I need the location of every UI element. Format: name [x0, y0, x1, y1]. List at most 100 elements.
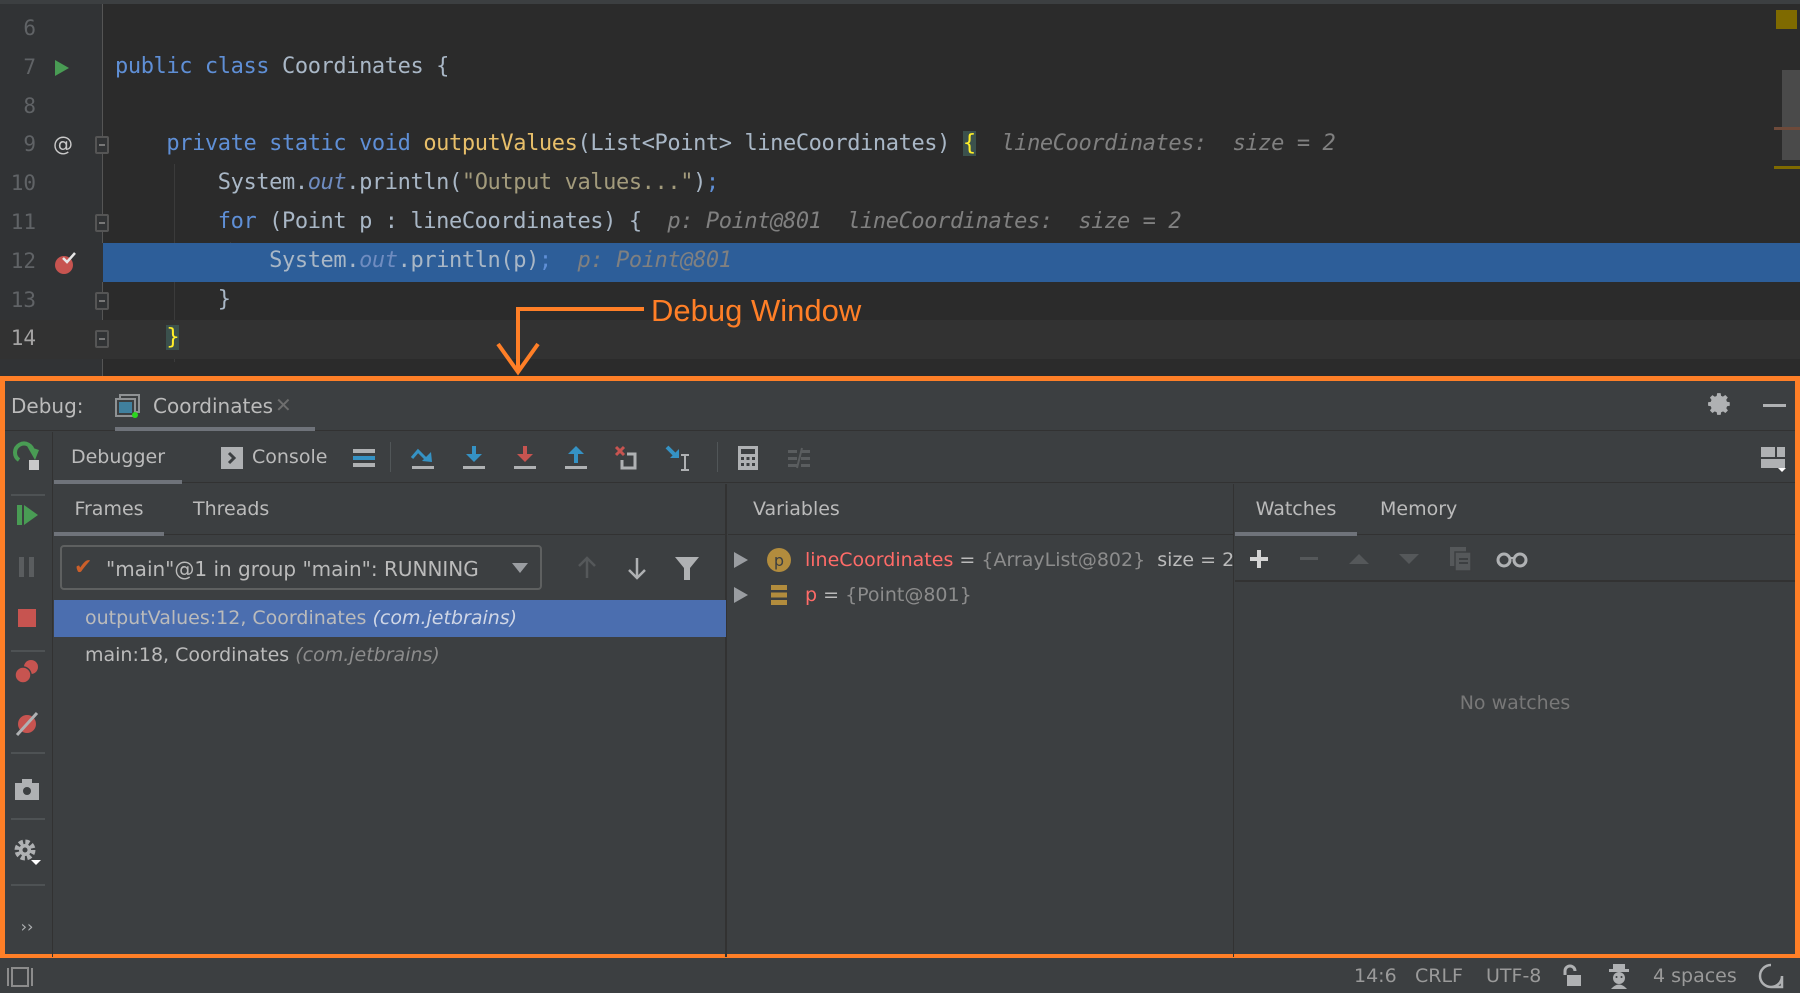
code-token: .println(: [346, 170, 462, 196]
trace-stream-chain-icon[interactable]: [785, 444, 813, 472]
glasses-icon[interactable]: [1496, 550, 1528, 568]
line-number[interactable]: 9: [0, 132, 36, 156]
code-editor[interactable]: 6 7 public class Coordinates {8 9 @ private …: [0, 0, 1800, 378]
force-step-into-icon[interactable]: [511, 444, 539, 472]
code-token: ): [693, 170, 706, 196]
camera-icon[interactable]: [11, 773, 43, 805]
variable-name: lineCoordinates: [805, 549, 954, 571]
analysis-status-icon[interactable]: [1776, 10, 1797, 29]
gear-icon[interactable]: [1707, 391, 1733, 417]
code-token: System.: [269, 247, 360, 273]
fold-marker-icon[interactable]: [95, 291, 109, 310]
frame-method: outputValues:12, Coordinates: [85, 607, 373, 629]
show-execution-point-icon[interactable]: [350, 444, 378, 472]
variable-item[interactable]: p lineCoordinates = {ArrayList@802} size …: [728, 542, 1234, 578]
code-token: ;: [538, 247, 552, 273]
remove-watch-icon[interactable]: [1298, 548, 1320, 570]
code-line[interactable]: 8: [0, 88, 1800, 127]
tab-threads[interactable]: Threads: [193, 484, 269, 535]
step-out-icon[interactable]: [562, 444, 590, 472]
settings-icon[interactable]: [11, 835, 43, 867]
step-into-icon[interactable]: [460, 444, 488, 472]
variables-title: Variables: [753, 498, 840, 520]
caret-position[interactable]: 14:6: [1354, 965, 1397, 987]
code-line[interactable]: 9 @ private static void outputValues(List…: [0, 126, 1800, 165]
line-number[interactable]: 7: [0, 55, 36, 79]
code-line[interactable]: 14 }: [0, 320, 1800, 360]
separator: [11, 752, 45, 754]
error-stripe-marker[interactable]: [1774, 127, 1800, 130]
fold-marker-icon[interactable]: [95, 330, 109, 349]
unlock-icon[interactable]: [1561, 964, 1583, 988]
minimize-icon[interactable]: [1763, 404, 1786, 407]
annotation-icon[interactable]: @: [53, 132, 73, 156]
tool-windows-toggle-icon[interactable]: [6, 967, 34, 987]
fold-marker-icon[interactable]: [95, 214, 109, 232]
code-line[interactable]: 10 System.out.println("Output values..."…: [0, 165, 1800, 204]
console-icon: [221, 447, 243, 469]
code-text: }: [115, 287, 231, 312]
close-icon[interactable]: ✕: [275, 393, 292, 417]
tab-memory[interactable]: Memory: [1380, 484, 1457, 535]
debug-session-tab[interactable]: Coordinates ✕: [115, 381, 315, 431]
tab-frames[interactable]: Frames: [54, 484, 164, 536]
warning-stripe-marker[interactable]: [1774, 166, 1800, 169]
tab-debugger-label: Debugger: [70, 446, 166, 468]
run-to-cursor-icon[interactable]: [664, 444, 692, 472]
mute-breakpoints-icon[interactable]: [11, 708, 43, 740]
view-breakpoints-icon[interactable]: [11, 656, 43, 688]
pause-icon[interactable]: [11, 551, 43, 583]
fold-marker-icon[interactable]: [95, 136, 109, 155]
execution-point-line[interactable]: 12 System.out.println(p); p: Point@801: [0, 242, 1800, 282]
line-number[interactable]: 10: [0, 171, 36, 195]
inspector-icon[interactable]: [1606, 963, 1632, 989]
tab-debugger[interactable]: Debugger: [54, 432, 182, 484]
frame-item[interactable]: main:18, Coordinates (com.jetbrains): [54, 637, 726, 674]
drop-frame-icon[interactable]: [613, 444, 641, 472]
line-number[interactable]: 14: [0, 326, 36, 350]
next-frame-icon[interactable]: [625, 554, 649, 582]
code-token: ;: [705, 170, 719, 196]
variable-item[interactable]: p = {Point@801}: [728, 577, 1233, 613]
code-line[interactable]: 6: [0, 10, 1800, 49]
add-watch-icon[interactable]: [1248, 548, 1270, 570]
event-log-icon[interactable]: [1758, 963, 1784, 989]
frame-item[interactable]: outputValues:12, Coordinates (com.jetbra…: [54, 600, 726, 637]
code-token: out: [307, 170, 347, 196]
resume-icon[interactable]: [11, 499, 43, 531]
expand-arrow-icon[interactable]: [734, 552, 748, 568]
layout-settings-icon[interactable]: [1759, 444, 1787, 472]
error-stripe[interactable]: [1772, 4, 1800, 378]
code-line[interactable]: 13 }: [0, 282, 1800, 321]
run-icon[interactable]: [54, 58, 70, 82]
rerun-icon[interactable]: [11, 440, 43, 472]
line-number[interactable]: 11: [0, 210, 36, 234]
breakpoint-icon[interactable]: [54, 251, 78, 280]
expand-arrow-icon[interactable]: [734, 587, 748, 603]
indent-settings[interactable]: 4 spaces: [1653, 965, 1737, 987]
line-number[interactable]: 8: [0, 94, 36, 118]
scrollbar-thumb[interactable]: [1782, 70, 1800, 160]
step-over-icon[interactable]: [409, 444, 437, 472]
frames-panel: Frames Threads ✔ "main"@1 in group "main…: [54, 484, 727, 957]
local-variable-icon: [767, 583, 791, 607]
tab-console[interactable]: Console: [221, 432, 341, 483]
line-number[interactable]: 13: [0, 288, 36, 312]
code-line[interactable]: 7 public class Coordinates {: [0, 49, 1800, 88]
line-number[interactable]: 6: [0, 16, 36, 40]
status-bar: 14:6 CRLF UTF-8 4 spaces: [0, 958, 1800, 993]
line-number[interactable]: 12: [0, 249, 36, 273]
move-down-icon[interactable]: [1398, 548, 1420, 570]
duplicate-watch-icon[interactable]: [1449, 546, 1473, 572]
code-line[interactable]: 11 for (Point p : lineCoordinates) { p: …: [0, 204, 1800, 243]
tab-watches[interactable]: Watches: [1235, 484, 1357, 536]
stop-icon[interactable]: [11, 602, 43, 634]
filter-icon[interactable]: [674, 554, 700, 582]
thread-selector-dropdown[interactable]: ✔ "main"@1 in group "main": RUNNING: [60, 545, 542, 590]
move-up-icon[interactable]: [1348, 548, 1370, 570]
line-separator[interactable]: CRLF: [1415, 965, 1463, 987]
file-encoding[interactable]: UTF-8: [1486, 965, 1541, 987]
more-icon[interactable]: ››: [11, 910, 43, 942]
evaluate-expression-icon[interactable]: [734, 444, 762, 472]
previous-frame-icon[interactable]: [575, 554, 599, 582]
